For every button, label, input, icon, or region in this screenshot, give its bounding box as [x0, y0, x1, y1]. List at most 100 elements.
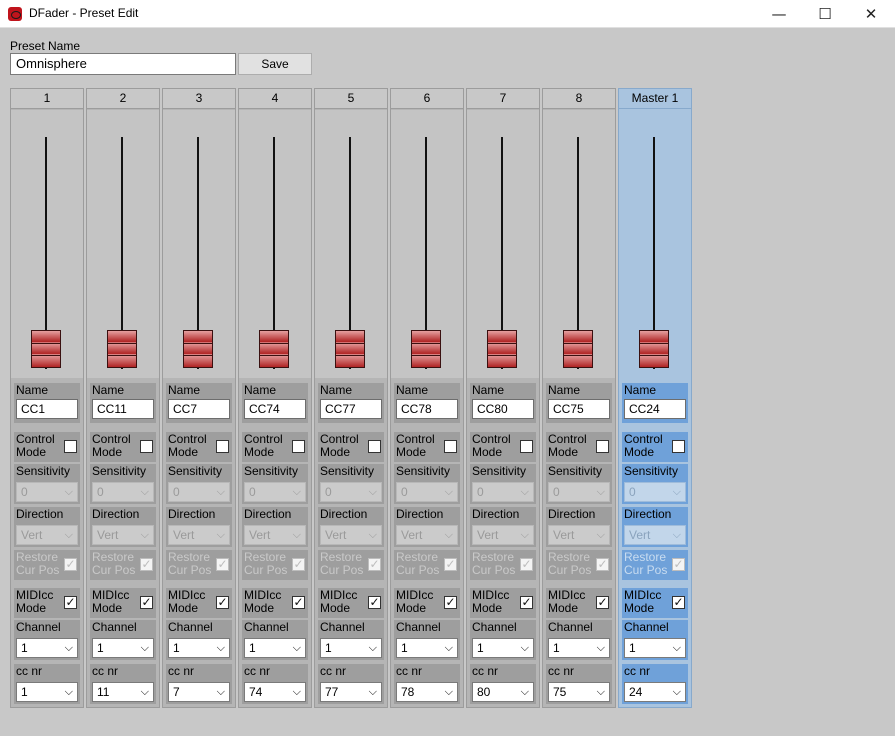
control-mode-checkbox[interactable] [444, 440, 457, 453]
channel-select[interactable]: 1 ⌵ [396, 638, 458, 658]
name-field[interactable]: CC77 [320, 399, 382, 419]
control-mode-checkbox[interactable] [520, 440, 533, 453]
close-button[interactable]: ✕ [848, 0, 894, 28]
name-label: Name [548, 383, 581, 397]
name-field[interactable]: CC75 [548, 399, 610, 419]
channel-select[interactable]: 1 ⌵ [320, 638, 382, 658]
fader-knob[interactable] [31, 330, 61, 368]
fader-knob[interactable] [107, 330, 137, 368]
direction-select[interactable]: Vert ⌵ [168, 525, 230, 545]
cc-nr-select[interactable]: 24 ⌵ [624, 682, 686, 702]
midicc-checkbox[interactable]: ✓ [596, 596, 609, 609]
restore-checkbox[interactable]: ✓ [672, 558, 685, 571]
channel-select[interactable]: 1 ⌵ [16, 638, 78, 658]
sensitivity-select[interactable]: 0 ⌵ [624, 482, 686, 502]
fader-knob[interactable] [563, 330, 593, 368]
midicc-checkbox[interactable]: ✓ [216, 596, 229, 609]
cc-nr-select[interactable]: 78 ⌵ [396, 682, 458, 702]
midicc-label: MIDIcc Mode [624, 588, 662, 615]
channel-select[interactable]: 1 ⌵ [624, 638, 686, 658]
fader-knob[interactable] [487, 330, 517, 368]
name-field[interactable]: CC78 [396, 399, 458, 419]
direction-select[interactable]: Vert ⌵ [16, 525, 78, 545]
cc-nr-select[interactable]: 1 ⌵ [16, 682, 78, 702]
fader[interactable] [11, 110, 83, 378]
name-field[interactable]: CC1 [16, 399, 78, 419]
sensitivity-select[interactable]: 0 ⌵ [16, 482, 78, 502]
fader-knob[interactable] [259, 330, 289, 368]
name-field[interactable]: CC11 [92, 399, 154, 419]
control-mode-checkbox[interactable] [216, 440, 229, 453]
save-button[interactable]: Save [238, 53, 312, 75]
preset-name-input[interactable]: Omnisphere [10, 53, 236, 75]
control-mode-checkbox[interactable] [596, 440, 609, 453]
cc-nr-select[interactable]: 74 ⌵ [244, 682, 306, 702]
sensitivity-select[interactable]: 0 ⌵ [92, 482, 154, 502]
cc-nr-select[interactable]: 80 ⌵ [472, 682, 534, 702]
sensitivity-select[interactable]: 0 ⌵ [548, 482, 610, 502]
restore-checkbox[interactable]: ✓ [292, 558, 305, 571]
direction-select[interactable]: Vert ⌵ [92, 525, 154, 545]
chevron-down-icon: ⌵ [368, 485, 377, 498]
restore-checkbox[interactable]: ✓ [140, 558, 153, 571]
name-field[interactable]: CC24 [624, 399, 686, 419]
minimize-button[interactable]: — [756, 0, 802, 28]
direction-select[interactable]: Vert ⌵ [396, 525, 458, 545]
maximize-button[interactable]: ☐ [802, 0, 848, 28]
restore-checkbox[interactable]: ✓ [64, 558, 77, 571]
sensitivity-select[interactable]: 0 ⌵ [472, 482, 534, 502]
fader[interactable] [467, 110, 539, 378]
fader-knob[interactable] [639, 330, 669, 368]
fader-knob[interactable] [183, 330, 213, 368]
direction-select[interactable]: Vert ⌵ [548, 525, 610, 545]
restore-checkbox[interactable]: ✓ [368, 558, 381, 571]
name-field[interactable]: CC74 [244, 399, 306, 419]
sensitivity-select[interactable]: 0 ⌵ [396, 482, 458, 502]
fader[interactable] [543, 110, 615, 378]
sensitivity-select[interactable]: 0 ⌵ [168, 482, 230, 502]
direction-select[interactable]: Vert ⌵ [244, 525, 306, 545]
direction-select[interactable]: Vert ⌵ [472, 525, 534, 545]
fader[interactable] [315, 110, 387, 378]
fader-knob[interactable] [411, 330, 441, 368]
midicc-checkbox[interactable]: ✓ [292, 596, 305, 609]
channel-select[interactable]: 1 ⌵ [472, 638, 534, 658]
cc-nr-select[interactable]: 11 ⌵ [92, 682, 154, 702]
control-mode-checkbox[interactable] [64, 440, 77, 453]
name-field[interactable]: CC80 [472, 399, 534, 419]
midicc-checkbox[interactable]: ✓ [368, 596, 381, 609]
cc-nr-select[interactable]: 75 ⌵ [548, 682, 610, 702]
control-mode-checkbox[interactable] [672, 440, 685, 453]
control-mode-checkbox[interactable] [140, 440, 153, 453]
direction-select[interactable]: Vert ⌵ [624, 525, 686, 545]
midicc-checkbox[interactable]: ✓ [64, 596, 77, 609]
fader-strip: 6 Name CC78 Control Mode Sensitivity 0 ⌵ D… [390, 88, 464, 708]
restore-checkbox[interactable]: ✓ [444, 558, 457, 571]
sensitivity-select[interactable]: 0 ⌵ [244, 482, 306, 502]
fader[interactable] [619, 110, 691, 378]
sensitivity-select[interactable]: 0 ⌵ [320, 482, 382, 502]
control-mode-checkbox[interactable] [368, 440, 381, 453]
channel-select[interactable]: 1 ⌵ [92, 638, 154, 658]
restore-checkbox[interactable]: ✓ [216, 558, 229, 571]
midicc-checkbox[interactable]: ✓ [672, 596, 685, 609]
cc-nr-select[interactable]: 77 ⌵ [320, 682, 382, 702]
midicc-checkbox[interactable]: ✓ [140, 596, 153, 609]
restore-checkbox[interactable]: ✓ [520, 558, 533, 571]
fader[interactable] [87, 110, 159, 378]
control-mode-checkbox[interactable] [292, 440, 305, 453]
sensitivity-section: Sensitivity 0 ⌵ [166, 464, 232, 504]
channel-select[interactable]: 1 ⌵ [168, 638, 230, 658]
midicc-checkbox[interactable]: ✓ [444, 596, 457, 609]
fader[interactable] [391, 110, 463, 378]
channel-select[interactable]: 1 ⌵ [548, 638, 610, 658]
fader[interactable] [239, 110, 311, 378]
channel-select[interactable]: 1 ⌵ [244, 638, 306, 658]
name-field[interactable]: CC7 [168, 399, 230, 419]
direction-select[interactable]: Vert ⌵ [320, 525, 382, 545]
restore-checkbox[interactable]: ✓ [596, 558, 609, 571]
fader-knob[interactable] [335, 330, 365, 368]
cc-nr-select[interactable]: 7 ⌵ [168, 682, 230, 702]
fader[interactable] [163, 110, 235, 378]
midicc-checkbox[interactable]: ✓ [520, 596, 533, 609]
